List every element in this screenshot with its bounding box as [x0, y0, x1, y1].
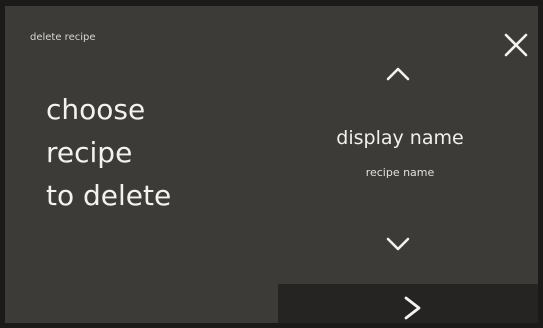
instruction-line: to delete [46, 179, 172, 212]
instruction-text: choose recipe to delete [46, 88, 171, 217]
close-button[interactable] [503, 32, 529, 58]
chevron-up-icon [386, 67, 410, 81]
scroll-up-button[interactable] [384, 64, 412, 84]
instruction-line: choose [46, 93, 146, 126]
recipe-display-name[interactable]: display name [295, 127, 505, 149]
instruction-line: recipe [46, 136, 133, 169]
scroll-down-button[interactable] [384, 234, 412, 254]
recipe-name-label: recipe name [365, 166, 435, 179]
close-icon [504, 33, 528, 57]
screen-title: delete recipe [30, 32, 96, 43]
chevron-right-icon [404, 296, 421, 320]
delete-recipe-screen: delete recipe choose recipe to delete di… [5, 6, 538, 323]
chevron-down-icon [386, 237, 410, 251]
next-button[interactable] [278, 284, 538, 323]
